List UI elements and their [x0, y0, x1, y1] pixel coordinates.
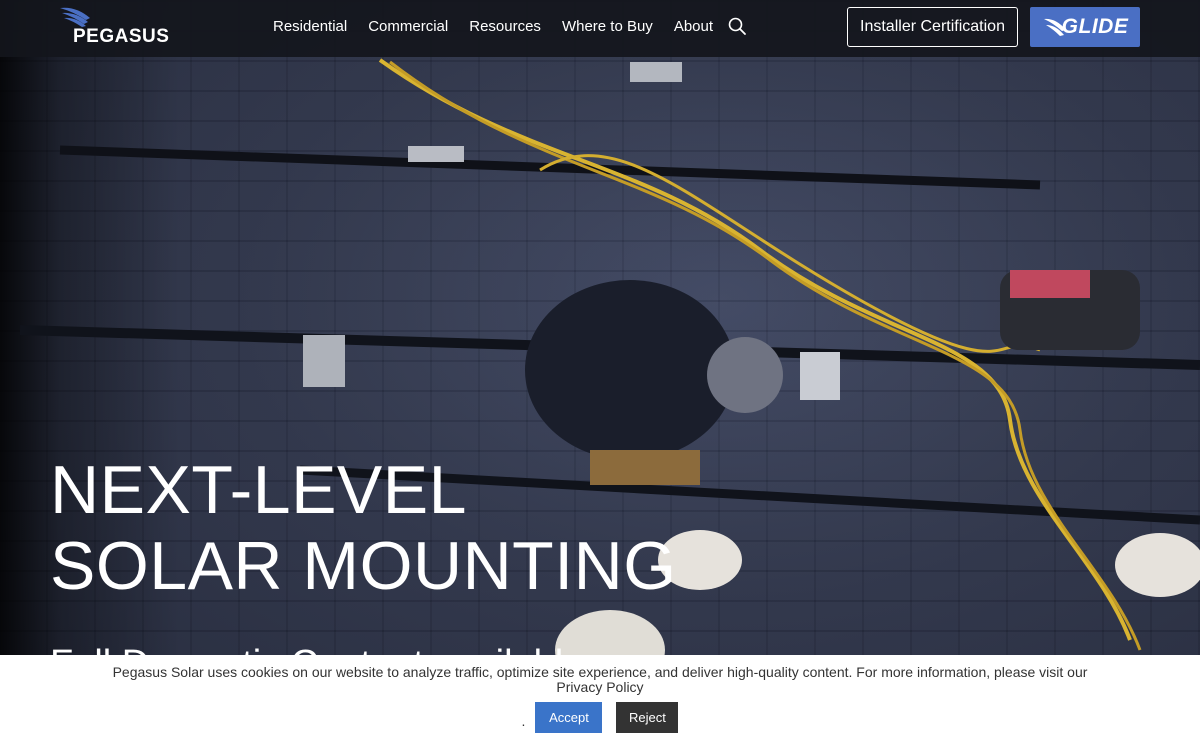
headline-line-2: SOLAR MOUNTING	[50, 528, 677, 604]
logo-wordmark: PEGASUS	[73, 26, 170, 47]
hero-headline: NEXT-LEVEL SOLAR MOUNTING	[50, 452, 677, 604]
pegasus-logo[interactable]: PEGASUS	[60, 6, 180, 47]
cookie-period: .	[521, 712, 526, 729]
search-icon[interactable]	[727, 16, 747, 36]
cookie-banner: Pegasus Solar uses cookies on our websit…	[0, 655, 1200, 750]
hero-photo	[19, 58, 1200, 690]
nav-item-where-to-buy[interactable]: Where to Buy	[562, 18, 653, 35]
wing-icon	[60, 7, 90, 27]
main-menu: Residential Commercial Resources Where t…	[273, 0, 747, 52]
privacy-policy-link[interactable]: Privacy Policy	[0, 680, 1200, 695]
nav-item-commercial[interactable]: Commercial	[368, 18, 448, 35]
glide-button[interactable]: GLIDE	[1030, 7, 1140, 47]
reject-cookies-button[interactable]: Reject	[616, 702, 679, 733]
hero-background	[0, 0, 1200, 750]
glide-wordmark: GLIDE	[1061, 15, 1129, 38]
accept-cookies-button[interactable]: Accept	[535, 702, 603, 733]
nav-item-about[interactable]: About	[674, 18, 713, 35]
cookie-actions: . Accept Reject	[0, 702, 1200, 733]
cookie-message-text: Pegasus Solar uses cookies on our websit…	[112, 664, 1088, 680]
top-navigation: PEGASUS Residential Commercial Resources…	[0, 0, 1200, 57]
nav-item-residential[interactable]: Residential	[273, 18, 347, 35]
cookie-message: Pegasus Solar uses cookies on our websit…	[0, 665, 1200, 695]
installer-certification-button[interactable]: Installer Certification	[847, 7, 1018, 47]
nav-item-resources[interactable]: Resources	[469, 18, 541, 35]
headline-line-1: NEXT-LEVEL	[50, 452, 467, 528]
